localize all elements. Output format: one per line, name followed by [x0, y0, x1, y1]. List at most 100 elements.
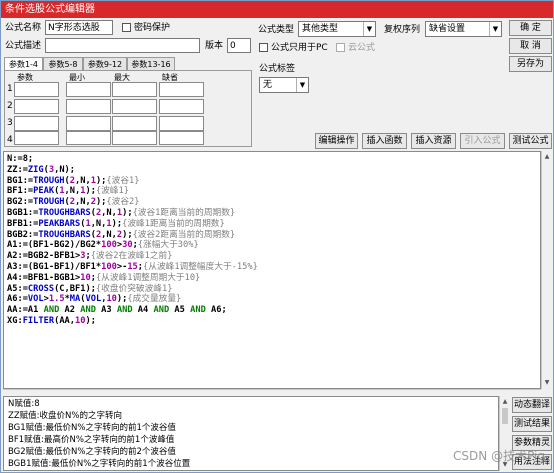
param-default-input[interactable]: [159, 131, 204, 145]
dynamic-translate-button[interactable]: 动态翻译: [512, 397, 552, 413]
version-input[interactable]: 0: [227, 38, 251, 53]
scroll-up-icon[interactable]: ▲: [500, 397, 510, 407]
param-name-input[interactable]: [14, 82, 59, 97]
code-token: FILTER: [22, 315, 55, 326]
chevron-down-icon: ▼: [489, 22, 501, 36]
code-token: 15: [127, 261, 138, 272]
cloud-formula-checkbox[interactable]: [336, 43, 345, 52]
code-line[interactable]: A4:=BFB1-BGB1>10;{从波峰1调整周期大于10}: [7, 273, 537, 284]
code-token: (AA,: [54, 315, 76, 326]
code-token: BFB1:=: [7, 218, 39, 229]
code-token: {波谷1}: [106, 175, 140, 186]
code-line[interactable]: BG2:=TROUGH(2,N,2);{波谷2}: [7, 197, 537, 208]
param-max-input[interactable]: [112, 116, 157, 131]
insert-resource-button[interactable]: 插入资源: [411, 133, 456, 149]
ok-button[interactable]: 确 定: [509, 20, 552, 36]
edit-ops-button[interactable]: 编辑操作: [315, 133, 358, 149]
code-line[interactable]: A5:=CROSS(C,BF1);{收盘价突破波峰1}: [7, 284, 537, 295]
code-line[interactable]: AA:=A1 AND A2 AND A3 AND A4 AND A5 AND A…: [7, 305, 537, 316]
tab-params-9-12[interactable]: 参数9-12: [83, 57, 127, 71]
param-row-number: 2: [7, 101, 13, 111]
editor-horizontal-scrollbar[interactable]: [3, 389, 541, 395]
output-line: N赋值:8: [8, 399, 40, 409]
formula-type-select[interactable]: 其他类型 ▼: [298, 21, 376, 37]
code-token: XG:: [7, 315, 23, 326]
code-token: AND: [190, 305, 206, 316]
formula-tag-select[interactable]: 无 ▼: [259, 77, 309, 93]
code-token: {涨幅大于30%}: [137, 240, 199, 251]
restore-seq-label: 复权序列: [384, 25, 421, 35]
code-token: A4:=BFB1-BGB1>: [7, 272, 81, 283]
save-as-button[interactable]: 另存为: [509, 56, 552, 72]
code-token: {成交量放量}: [127, 294, 182, 305]
pc-only-checkbox[interactable]: [259, 43, 268, 52]
output-line: BG2赋值:最低价N%之字转向的前2个波谷值: [8, 447, 176, 457]
code-token: A5: [169, 305, 191, 316]
code-token: A2:=BGB2-BFB1>: [7, 251, 81, 262]
param-min-input[interactable]: [66, 116, 111, 131]
code-line[interactable]: BGB1:=TROUGHBARS(2,N,1);{波谷1距离当前的周期数}: [7, 208, 537, 219]
formula-code-editor[interactable]: N:=8; ZZ:=ZIG(3,N); BG1:=TROUGH(2,N,1);{波谷…: [3, 151, 541, 389]
scroll-down-icon[interactable]: ▼: [542, 378, 552, 388]
param-max-input[interactable]: [112, 131, 157, 145]
restore-seq-value: 缺省设置: [429, 24, 466, 34]
code-line[interactable]: A6:=VOL>1.5*MA(VOL,10);{成交量放量}: [7, 294, 537, 305]
editor-vertical-scrollbar[interactable]: ▲ ▼: [541, 151, 552, 389]
code-token: AND: [43, 305, 60, 316]
code-line[interactable]: BGB2:=TROUGHBARS(2,N,2);{波谷2距离当前的周期数}: [7, 230, 537, 241]
formula-tag-value: 无: [263, 80, 273, 90]
param-min-input[interactable]: [66, 131, 111, 145]
code-line[interactable]: N:=8;: [7, 154, 537, 165]
code-token: );: [95, 197, 107, 208]
code-line[interactable]: XG:FILTER(AA,10);: [7, 316, 537, 327]
code-token: 100: [101, 240, 117, 251]
password-protect-checkbox[interactable]: [122, 23, 131, 32]
code-line[interactable]: BF1:=PEAK(1,N,1);{波峰1}: [7, 186, 537, 197]
code-token: PEAK: [33, 186, 55, 197]
param-default-input[interactable]: [159, 116, 204, 131]
code-token: {从波峰1调整周期大于10}: [95, 272, 201, 283]
code-line[interactable]: A1:=(BF1-BG2)/BG2*100>30;{涨幅大于30%}: [7, 240, 537, 251]
cancel-button[interactable]: 取 消: [509, 38, 552, 54]
code-line[interactable]: BG1:=TROUGH(2,N,1);{波谷1}: [7, 176, 537, 187]
param-min-input[interactable]: [66, 82, 111, 97]
password-protect-label: 密码保护: [134, 23, 171, 33]
code-token: );: [122, 207, 133, 218]
tab-params-13-16[interactable]: 参数13-16: [127, 57, 175, 71]
formula-type-value: 其他类型: [302, 24, 339, 34]
scroll-thumb[interactable]: [502, 408, 508, 424]
code-token: BG2:=: [7, 197, 34, 208]
code-line[interactable]: A2:=BGB2-BFB1>3;{波谷2在波峰1之前}: [7, 251, 537, 262]
param-default-input[interactable]: [159, 99, 204, 114]
pc-only-label: 公式只用于PC: [271, 43, 328, 53]
code-line[interactable]: A3:=(BG1-BF1)/BF1*100>-15;{从波峰1调整幅度大于-15…: [7, 262, 537, 273]
scroll-up-icon[interactable]: ▲: [542, 152, 552, 162]
param-name-input[interactable]: [14, 131, 59, 145]
formula-name-input[interactable]: N字形态选股: [45, 20, 113, 35]
test-result-button[interactable]: 测试结果: [512, 416, 552, 432]
code-token: {从波峰1调整幅度大于-15%}: [143, 261, 258, 272]
cloud-formula-label: 云公式: [348, 43, 376, 53]
code-token: ,N);: [54, 164, 76, 175]
insert-function-button[interactable]: 插入函数: [362, 133, 407, 149]
formula-desc-input[interactable]: [45, 38, 200, 53]
tab-params-5-8[interactable]: 参数5-8: [43, 57, 83, 71]
param-name-input[interactable]: [14, 116, 59, 131]
param-max-input[interactable]: [112, 99, 157, 114]
param-default-input[interactable]: [159, 82, 204, 97]
test-formula-button[interactable]: 测试公式: [509, 133, 552, 149]
code-token: BF1:=: [7, 186, 34, 197]
param-name-input[interactable]: [14, 99, 59, 114]
restore-seq-select[interactable]: 缺省设置 ▼: [425, 21, 502, 37]
param-max-input[interactable]: [112, 82, 157, 97]
code-token: 10: [75, 315, 86, 326]
code-token: VOL: [85, 294, 102, 305]
code-line[interactable]: BFB1:=PEAKBARS(1,N,1);{波峰1距离当前的周期数}: [7, 219, 537, 230]
param-min-input[interactable]: [66, 99, 111, 114]
import-formula-button[interactable]: 引入公式: [460, 133, 505, 149]
csdn-watermark: CSDN @技术Pig: [453, 449, 545, 463]
code-token: TROUGHBARS: [38, 207, 91, 218]
code-line[interactable]: ZZ:=ZIG(3,N);: [7, 165, 537, 176]
output-line: BGB1赋值:最低价N%之字转向的前1个波谷位置: [8, 459, 191, 469]
code-token: ,N,: [101, 229, 117, 240]
